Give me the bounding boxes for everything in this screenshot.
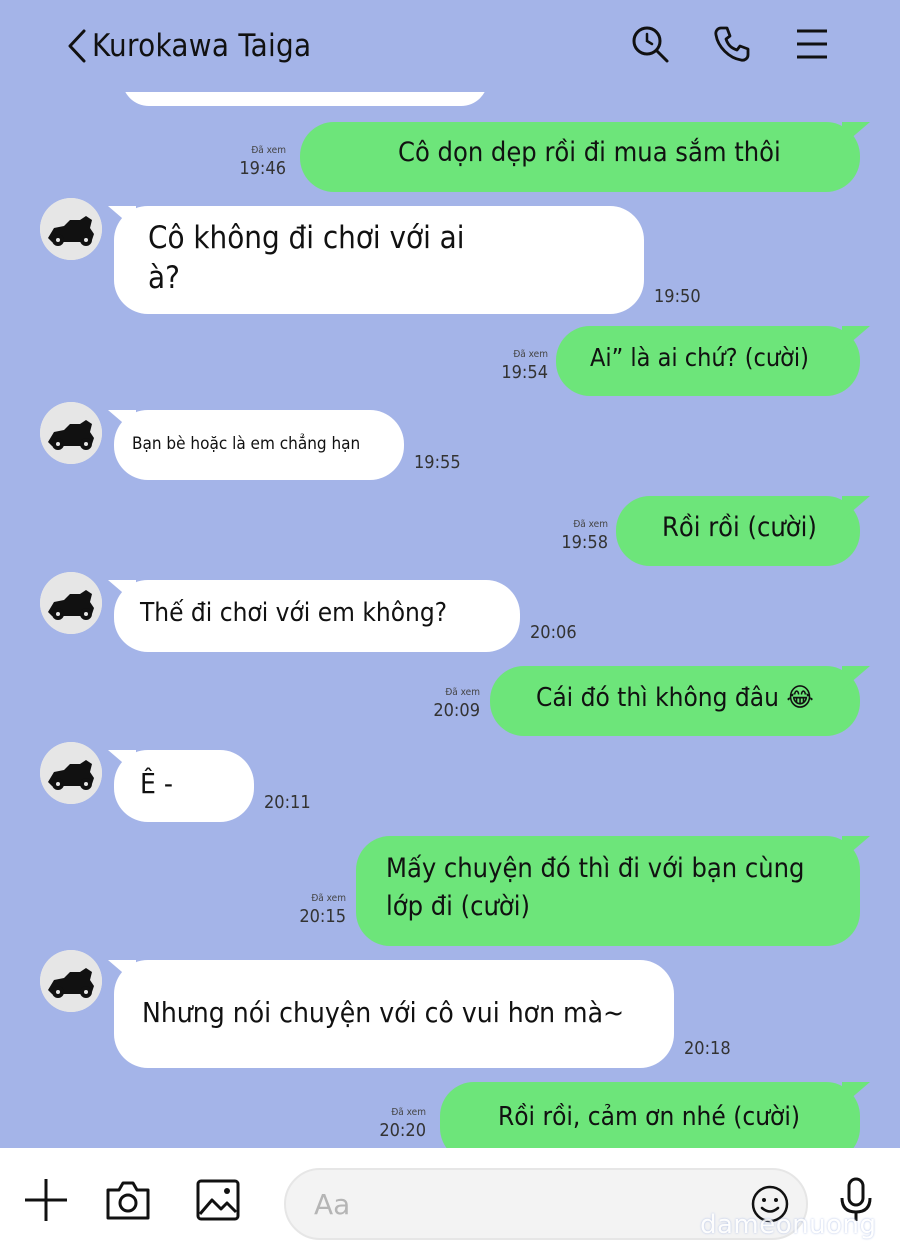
avatar[interactable] (40, 402, 102, 464)
message-text: Nhưng nói chuyện với cô vui hơn mà~ (142, 996, 625, 1029)
read-receipt: Đã xem (573, 519, 608, 530)
message-meta: Đã xem 19:54 (484, 348, 548, 384)
read-receipt: Đã xem (311, 893, 346, 904)
watermark: dameonuong (700, 1210, 877, 1240)
message-bubble-incoming[interactable]: Nhưng nói chuyện với cô vui hơn mà~ (114, 960, 674, 1068)
search-icon[interactable] (628, 22, 672, 66)
message-time: 20:18 (684, 1038, 731, 1059)
read-receipt: Đã xem (445, 687, 480, 698)
message-bubble-outgoing[interactable]: Mấy chuyện đó thì đi với bạn cùng lớp đi… (356, 836, 860, 946)
message-text: Ê - (140, 767, 174, 800)
message-time: 19:54 (501, 362, 548, 383)
message-time: 19:55 (414, 452, 461, 473)
message-time: 20:11 (264, 792, 311, 813)
message-text: Mấy chuyện đó thì đi với bạn cùng lớp đi… (386, 853, 805, 922)
message-bubble-outgoing[interactable]: Cô dọn dẹp rồi đi mua sắm thôi (300, 122, 860, 192)
read-receipt: Đã xem (391, 1107, 426, 1118)
message-time: 20:20 (379, 1120, 426, 1141)
message-bubble-incoming[interactable]: Thế đi chơi với em không? (114, 580, 520, 652)
message-text: Ai” là ai chứ? (cười) (590, 343, 809, 372)
contact-name[interactable]: Kurokawa Taiga (92, 26, 311, 66)
avatar[interactable] (40, 950, 102, 1012)
menu-icon[interactable] (790, 22, 834, 66)
message-text: Cô không đi chơi với ai à? (148, 220, 465, 296)
message-meta: Đã xem 20:09 (416, 686, 480, 722)
message-text: Thế đi chơi với em không? (140, 598, 448, 628)
plus-icon[interactable] (18, 1172, 74, 1228)
message-bubble-outgoing[interactable]: Rồi rồi (cười) (616, 496, 860, 566)
read-receipt: Đã xem (251, 145, 286, 156)
message-meta: Đã xem 19:46 (220, 144, 286, 180)
avatar[interactable] (40, 742, 102, 804)
message-bubble-outgoing[interactable]: Ai” là ai chứ? (cười) (556, 326, 860, 396)
message-time: 19:58 (561, 532, 608, 553)
avatar[interactable] (40, 198, 102, 260)
message-meta: Đã xem 20:20 (362, 1106, 426, 1142)
message-bubble-incoming[interactable]: Ê - (114, 750, 254, 822)
camera-icon[interactable] (100, 1172, 156, 1228)
message-bubble-incoming[interactable]: Bạn bè hoặc là em chẳng hạn (114, 410, 404, 480)
message-meta: Đã xem 19:58 (544, 518, 608, 554)
message-text: Bạn bè hoặc là em chẳng hạn (132, 434, 361, 454)
chat-header: Kurokawa Taiga (0, 0, 900, 92)
message-bubble-outgoing[interactable]: Rồi rồi, cảm ơn nhé (cười) (440, 1082, 860, 1148)
message-time: 20:06 (530, 622, 577, 643)
message-text: Cô dọn dẹp rồi đi mua sắm thôi (398, 137, 781, 168)
message-time: 20:09 (433, 700, 480, 721)
message-bubble-incoming[interactable]: Cô không đi chơi với ai à? (114, 206, 644, 314)
message-text: Rồi rồi (cười) (662, 512, 817, 543)
message-time: 19:50 (654, 286, 701, 307)
message-input[interactable] (314, 1182, 734, 1226)
message-time: 19:46 (239, 158, 286, 179)
chat-area[interactable]: Đã xem 19:46 Cô dọn dẹp rồi đi mua sắm t… (0, 92, 900, 1148)
phone-icon[interactable] (710, 22, 754, 66)
message-bubble-partial (122, 92, 488, 106)
message-bubble-outgoing[interactable]: Cái đó thì không đâu 😂 (490, 666, 860, 736)
read-receipt: Đã xem (513, 349, 548, 360)
message-text: Cái đó thì không đâu 😂 (536, 683, 814, 713)
message-time: 20:15 (299, 906, 346, 927)
back-icon[interactable] (62, 26, 92, 66)
image-icon[interactable] (190, 1172, 246, 1228)
avatar[interactable] (40, 572, 102, 634)
message-text: Rồi rồi, cảm ơn nhé (cười) (498, 1102, 800, 1132)
message-meta: Đã xem 20:15 (282, 892, 346, 928)
